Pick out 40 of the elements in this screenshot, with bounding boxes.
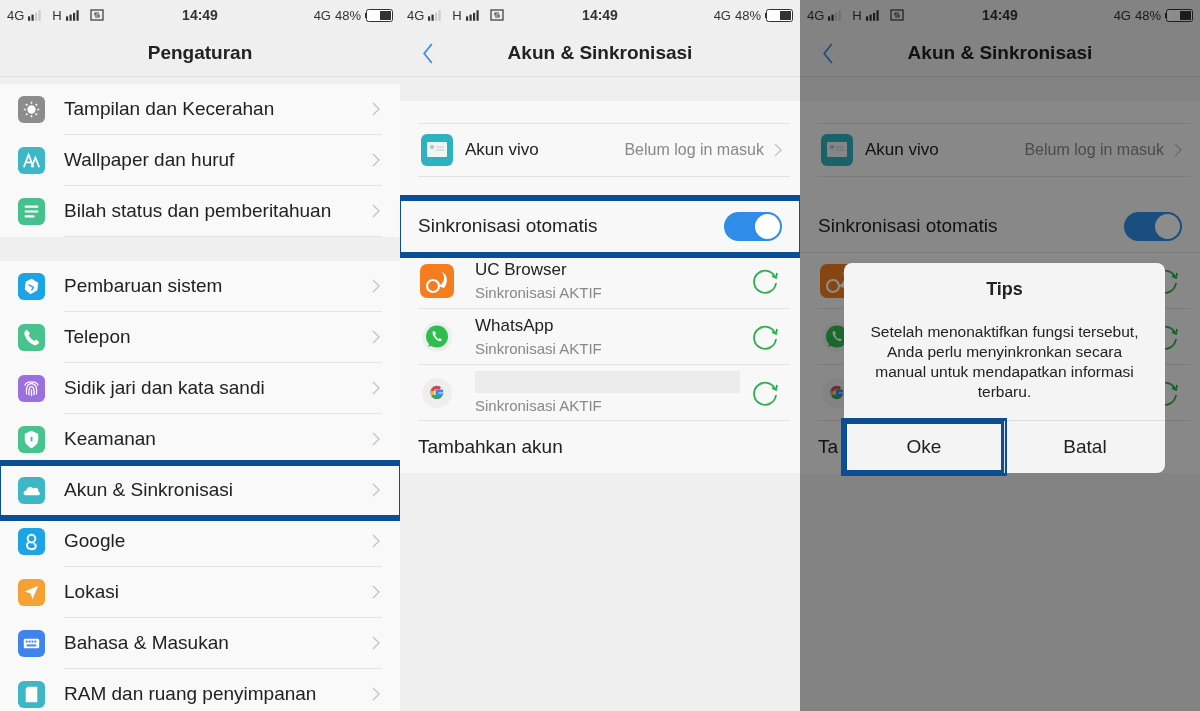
screen-title: Akun & Sinkronisasi <box>907 42 1093 64</box>
clock-time: 14:49 <box>582 7 618 23</box>
login-status: Belum log in masuk <box>624 141 764 159</box>
dialog-button[interactable]: Oke <box>844 421 1004 473</box>
vivo-account-row[interactable]: Akun vivo Belum log in masuk <box>418 123 790 177</box>
app-name: WhatsApp <box>475 316 555 336</box>
clock-time: 14:49 <box>982 7 1018 23</box>
settings-label: Akun & Sinkronisasi <box>64 465 382 516</box>
network-label: 4G <box>313 7 331 23</box>
screen-title: Pengaturan <box>147 42 253 64</box>
auto-sync-label: Sinkronisasi otomatis <box>418 215 598 237</box>
sync-status: Sinkronisasi AKTIF <box>475 284 603 301</box>
sync-status: Sinkronisasi AKTIF <box>475 397 603 414</box>
network-label: 4G <box>807 7 825 23</box>
clock-time: 14:49 <box>182 7 218 23</box>
dialog-title: Tips <box>986 279 1023 300</box>
vivo-account-row[interactable]: Akun vivo Belum log in masuk <box>818 123 1190 177</box>
settings-label: RAM dan ruang penyimpanan <box>64 669 382 711</box>
network-label: 4G <box>7 7 25 23</box>
dialog-message: Setelah menonaktifkan fungsi tersebut, Anda perlu menyinkronkan secara manual untuk mendapatkan informasi terbaru. <box>869 322 1140 402</box>
auto-sync-label: Sinkronisasi otomatis <box>818 215 998 237</box>
network-label: H <box>852 7 862 23</box>
screen-title: Akun & Sinkronisasi <box>507 42 693 64</box>
app-name: UC Browser <box>475 260 568 280</box>
sync-status: Sinkronisasi AKTIF <box>475 340 603 357</box>
battery-percent: 48% <box>334 7 361 23</box>
network-label: H <box>452 7 462 23</box>
network-label: 4G <box>1113 7 1131 23</box>
add-account-link[interactable]: Tambahkan akun <box>418 436 563 458</box>
dialog-button[interactable]: Batal <box>1004 421 1165 473</box>
settings-label: Bilah status dan pemberitahuan <box>64 186 382 237</box>
network-label: H <box>52 7 62 23</box>
add-account-link[interactable]: Ta <box>818 436 839 458</box>
login-status: Belum log in masuk <box>1024 141 1164 159</box>
battery-percent: 48% <box>1134 7 1161 23</box>
network-label: 4G <box>713 7 731 23</box>
account-label: Akun vivo <box>865 140 940 160</box>
battery-percent: 48% <box>734 7 761 23</box>
account-label: Akun vivo <box>465 140 540 160</box>
network-label: 4G <box>407 7 425 23</box>
